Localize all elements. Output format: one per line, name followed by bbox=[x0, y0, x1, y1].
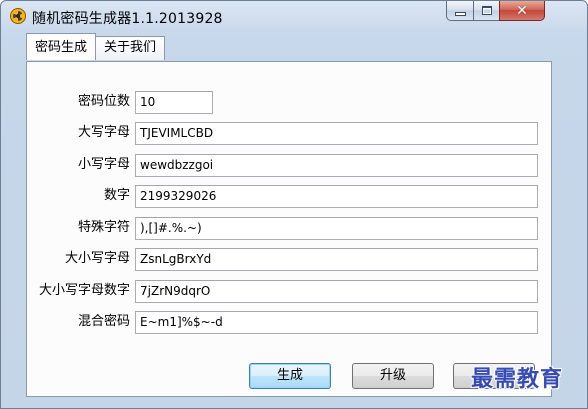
upgrade-button[interactable]: 升级 bbox=[352, 363, 434, 389]
mixed-case-digits-output[interactable]: 7jZrN9dqrO bbox=[135, 280, 538, 303]
digits-output[interactable]: 2199329026 bbox=[135, 185, 538, 208]
field-label: 特殊字符 bbox=[77, 220, 130, 235]
row-uppercase: 大写字母 bbox=[1, 121, 130, 145]
field-label: 密码位数 bbox=[77, 94, 130, 109]
field-label: 大小写字母 bbox=[64, 251, 130, 266]
window-title: 随机密码生成器1.1.2013928 bbox=[32, 11, 223, 27]
maximize-icon bbox=[481, 6, 492, 15]
close-icon: ✕ bbox=[516, 2, 528, 19]
maximize-button[interactable] bbox=[473, 1, 500, 21]
field-label: 数字 bbox=[103, 188, 130, 203]
field-label: 混合密码 bbox=[77, 314, 130, 329]
row-mixed-password: 混合密码 bbox=[1, 310, 130, 334]
watermark-logo: 最需教育 bbox=[471, 366, 564, 392]
lowercase-output[interactable]: wewdbzzgoi bbox=[135, 154, 538, 177]
minimize-button[interactable] bbox=[446, 1, 474, 21]
special-chars-output[interactable]: ),[]#.%.~) bbox=[135, 217, 538, 240]
row-lowercase: 小写字母 bbox=[1, 153, 130, 177]
generate-button[interactable]: 生成 bbox=[249, 363, 331, 389]
minimize-icon bbox=[454, 11, 466, 16]
field-label: 小写字母 bbox=[77, 157, 130, 172]
field-label: 大小写字母数字 bbox=[38, 283, 130, 298]
mixed-case-output[interactable]: ZsnLgBrxYd bbox=[135, 248, 538, 271]
password-length-input[interactable]: 10 bbox=[135, 91, 213, 114]
row-mixed-case-digits: 大小写字母数字 bbox=[1, 279, 130, 303]
row-digits: 数字 bbox=[1, 184, 130, 208]
field-label: 大写字母 bbox=[77, 125, 130, 140]
tab-strip: 密码生成 关于我们 bbox=[26, 33, 166, 61]
row-mixed-case: 大小写字母 bbox=[1, 247, 130, 271]
close-button[interactable]: ✕ bbox=[499, 1, 545, 21]
app-logo-icon bbox=[10, 8, 26, 24]
row-special: 特殊字符 bbox=[1, 216, 130, 240]
title-bar[interactable]: 随机密码生成器1.1.2013928 ✕ bbox=[1, 1, 587, 31]
mixed-password-output[interactable]: E~m1]%$~-d bbox=[135, 311, 538, 334]
app-window: 随机密码生成器1.1.2013928 ✕ 密码生成 关于我们 密码位数 10 大… bbox=[0, 0, 588, 409]
row-length: 密码位数 bbox=[1, 90, 130, 114]
tab-about-us[interactable]: 关于我们 bbox=[95, 36, 166, 60]
tab-password-generate[interactable]: 密码生成 bbox=[26, 33, 97, 60]
uppercase-output[interactable]: TJEVIMLCBD bbox=[135, 122, 538, 145]
